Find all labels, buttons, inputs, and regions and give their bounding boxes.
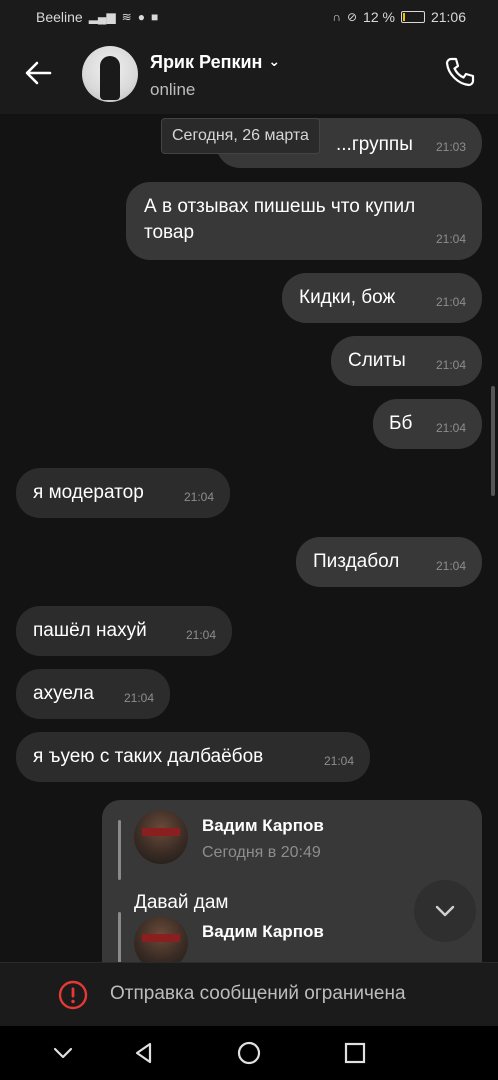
message-time: 21:04 bbox=[123, 691, 154, 705]
wifi-icon: ≋ bbox=[121, 10, 132, 24]
forward-author-name[interactable]: Вадим Карпов bbox=[202, 816, 324, 836]
message-text: Кидки, бож bbox=[299, 287, 396, 308]
chevron-down-icon: ⌄ bbox=[268, 53, 281, 69]
message-bubble[interactable]: пашёл нахуй 21:04 bbox=[16, 606, 232, 656]
message-bubble[interactable]: Пиздабол 21:04 bbox=[296, 537, 482, 587]
message-notification-icon: ● bbox=[137, 10, 145, 24]
nav-back-button[interactable] bbox=[129, 1038, 159, 1068]
back-button[interactable] bbox=[22, 56, 56, 90]
forward-text: Давай дам bbox=[134, 892, 229, 913]
headphones-icon: ∩ bbox=[332, 10, 341, 24]
status-right: ∩ ⊘ 12 % 21:06 bbox=[332, 9, 466, 25]
message-text: А в отзывах пишешь что купил товар bbox=[144, 196, 416, 243]
message-bubble[interactable]: А в отзывах пишешь что купил товар 21:04 bbox=[126, 182, 482, 260]
message-time: 21:04 bbox=[435, 358, 466, 372]
message-time: 21:04 bbox=[435, 232, 466, 246]
message-text: Слиты bbox=[348, 350, 406, 371]
forward-author-name[interactable]: Вадим Карпов bbox=[202, 922, 324, 942]
message-text: Бб bbox=[389, 413, 413, 434]
status-left: Beeline ▂▄▆ ≋ ● ■ bbox=[36, 9, 158, 25]
nav-home-button[interactable] bbox=[234, 1038, 264, 1068]
message-bubble[interactable]: Кидки, бож 21:04 bbox=[282, 273, 482, 323]
contact-name: Ярик Репкин bbox=[150, 52, 263, 72]
chevron-down-icon bbox=[435, 905, 455, 917]
forwarded-message[interactable]: Вадим Карпов Сегодня в 20:49 Давай дам В… bbox=[102, 800, 482, 962]
restriction-text: Отправка сообщений ограничена bbox=[110, 983, 406, 1004]
phone-icon bbox=[445, 57, 475, 87]
contact-avatar[interactable] bbox=[82, 46, 138, 102]
message-bubble[interactable]: Слиты 21:04 bbox=[331, 336, 482, 386]
mute-icon: ⊘ bbox=[346, 10, 358, 24]
screen: Beeline ▂▄▆ ≋ ● ■ ∩ ⊘ 12 % 21:06 Ярик Ре… bbox=[0, 0, 498, 1080]
date-separator: Сегодня, 26 марта bbox=[161, 118, 320, 154]
message-text: ахуела bbox=[33, 683, 94, 704]
restriction-bar: Отправка сообщений ограничена bbox=[0, 962, 498, 1027]
forward-author-avatar[interactable] bbox=[134, 810, 188, 864]
message-time: 21:04 bbox=[185, 628, 216, 642]
message-time: 21:04 bbox=[435, 295, 466, 309]
hide-keyboard-button[interactable] bbox=[48, 1038, 78, 1068]
signal-icon: ▂▄▆ bbox=[88, 10, 116, 24]
scroll-down-button[interactable] bbox=[414, 880, 476, 942]
message-text: я ъуею с таких далбаёбов bbox=[33, 746, 264, 767]
message-time: 21:04 bbox=[323, 754, 354, 768]
battery-fill bbox=[402, 13, 405, 21]
chat-header: Ярик Репкин ⌄ online bbox=[0, 34, 498, 114]
call-button[interactable] bbox=[442, 54, 478, 90]
battery-percent: 12 % bbox=[363, 9, 395, 25]
scrollbar[interactable] bbox=[491, 386, 495, 496]
battery-icon bbox=[400, 11, 425, 23]
contact-name-button[interactable]: Ярик Репкин ⌄ bbox=[150, 52, 280, 73]
warning-icon bbox=[58, 980, 88, 1010]
status-bar: Beeline ▂▄▆ ≋ ● ■ ∩ ⊘ 12 % 21:06 bbox=[0, 0, 498, 34]
carrier-label: Beeline bbox=[36, 9, 83, 25]
message-text: Пиздабол bbox=[313, 551, 400, 572]
message-bubble[interactable]: я модератор 21:04 bbox=[16, 468, 230, 518]
forward-quote-bar bbox=[118, 912, 121, 962]
forward-author-avatar[interactable] bbox=[134, 916, 188, 962]
message-bubble[interactable]: Бб 21:04 bbox=[373, 399, 482, 449]
message-bubble[interactable]: я ъуею с таких далбаёбов 21:04 bbox=[16, 732, 370, 782]
avatar-silhouette bbox=[100, 56, 120, 100]
message-bubble[interactable]: ахуела 21:04 bbox=[16, 669, 170, 719]
message-text: пашёл нахуй bbox=[33, 620, 147, 641]
message-time: 21:04 bbox=[435, 421, 466, 435]
clock: 21:06 bbox=[430, 9, 466, 25]
forward-quote-bar bbox=[118, 820, 121, 880]
chat-messages[interactable]: Сегодня, 26 марта ...группы 21:03 А в от… bbox=[0, 114, 498, 962]
message-text: я модератор bbox=[33, 482, 144, 503]
navigation-bar bbox=[0, 1026, 498, 1080]
video-icon: ■ bbox=[150, 10, 159, 24]
message-time: 21:04 bbox=[435, 559, 466, 573]
arrow-left-icon bbox=[25, 61, 52, 85]
avatar-band bbox=[142, 934, 180, 942]
message-time: 21:04 bbox=[183, 490, 214, 504]
forward-time: Сегодня в 20:49 bbox=[202, 844, 321, 861]
contact-status: online bbox=[150, 80, 196, 99]
nav-recents-button[interactable] bbox=[340, 1038, 370, 1068]
avatar-band bbox=[142, 828, 180, 836]
message-text: ...группы bbox=[336, 134, 413, 155]
message-time: 21:03 bbox=[435, 140, 466, 154]
